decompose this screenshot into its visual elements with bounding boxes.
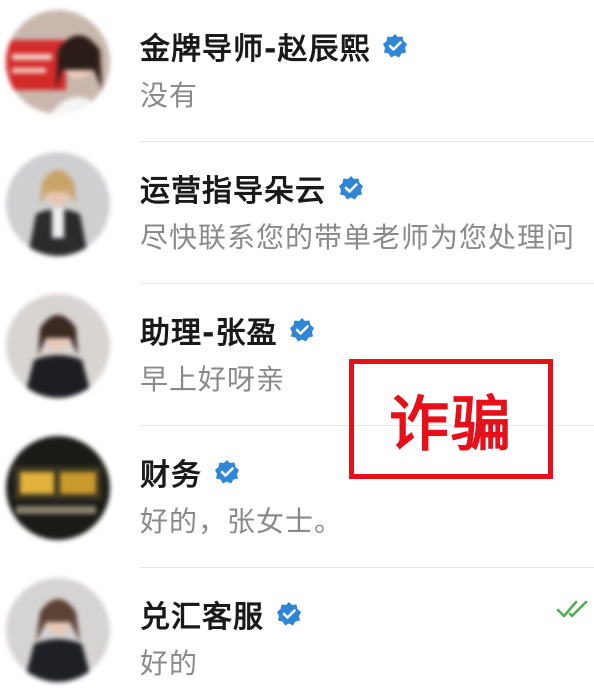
chat-row[interactable]: 金牌导师-赵辰熙 没有 bbox=[0, 0, 594, 142]
contact-name-line: 运营指导朵云 bbox=[140, 166, 364, 210]
avatar[interactable] bbox=[6, 436, 110, 540]
contact-name: 助理-张盈 bbox=[140, 316, 278, 351]
verified-badge-icon bbox=[339, 176, 363, 200]
contact-name-line: 兑汇客服 bbox=[140, 592, 302, 636]
contact-name: 财务 bbox=[140, 458, 202, 493]
verified-badge-icon bbox=[215, 460, 239, 484]
verified-badge-icon bbox=[277, 602, 301, 626]
message-preview: 没有 bbox=[140, 79, 199, 112]
chat-row[interactable]: 运营指导朵云 尽快联系您的带单老师为您处理问 bbox=[0, 142, 594, 284]
fraud-warning-label: 诈骗 bbox=[389, 389, 513, 460]
chat-row[interactable]: 兑汇客服 好的 bbox=[0, 568, 594, 700]
message-preview: 好的 bbox=[140, 647, 199, 680]
avatar[interactable] bbox=[6, 578, 110, 682]
message-preview: 早上好呀亲 bbox=[140, 363, 286, 396]
contact-name: 运营指导朵云 bbox=[140, 174, 326, 209]
verified-badge-icon bbox=[383, 34, 408, 58]
verified-badge-icon bbox=[290, 318, 315, 342]
message-preview: 尽快联系您的带单老师为您处理问 bbox=[140, 221, 576, 254]
avatar[interactable] bbox=[6, 294, 110, 398]
contact-name: 金牌导师-赵辰熙 bbox=[140, 32, 371, 67]
contact-name-line: 助理-张盈 bbox=[140, 308, 315, 352]
contact-name: 兑汇客服 bbox=[140, 600, 264, 635]
double-check-icon bbox=[556, 600, 588, 618]
fraud-warning-stamp: 诈骗 bbox=[349, 359, 553, 479]
contact-name-line: 财务 bbox=[140, 450, 240, 494]
contact-name-line: 金牌导师-赵辰熙 bbox=[140, 24, 408, 68]
avatar[interactable] bbox=[6, 152, 110, 256]
message-preview: 好的，张女士。 bbox=[140, 505, 344, 538]
chat-list: 金牌导师-赵辰熙 没有 运营指导朵云 尽快联系您的带单老师为您处理问 助理-张盈… bbox=[0, 0, 594, 700]
avatar[interactable] bbox=[6, 10, 110, 114]
